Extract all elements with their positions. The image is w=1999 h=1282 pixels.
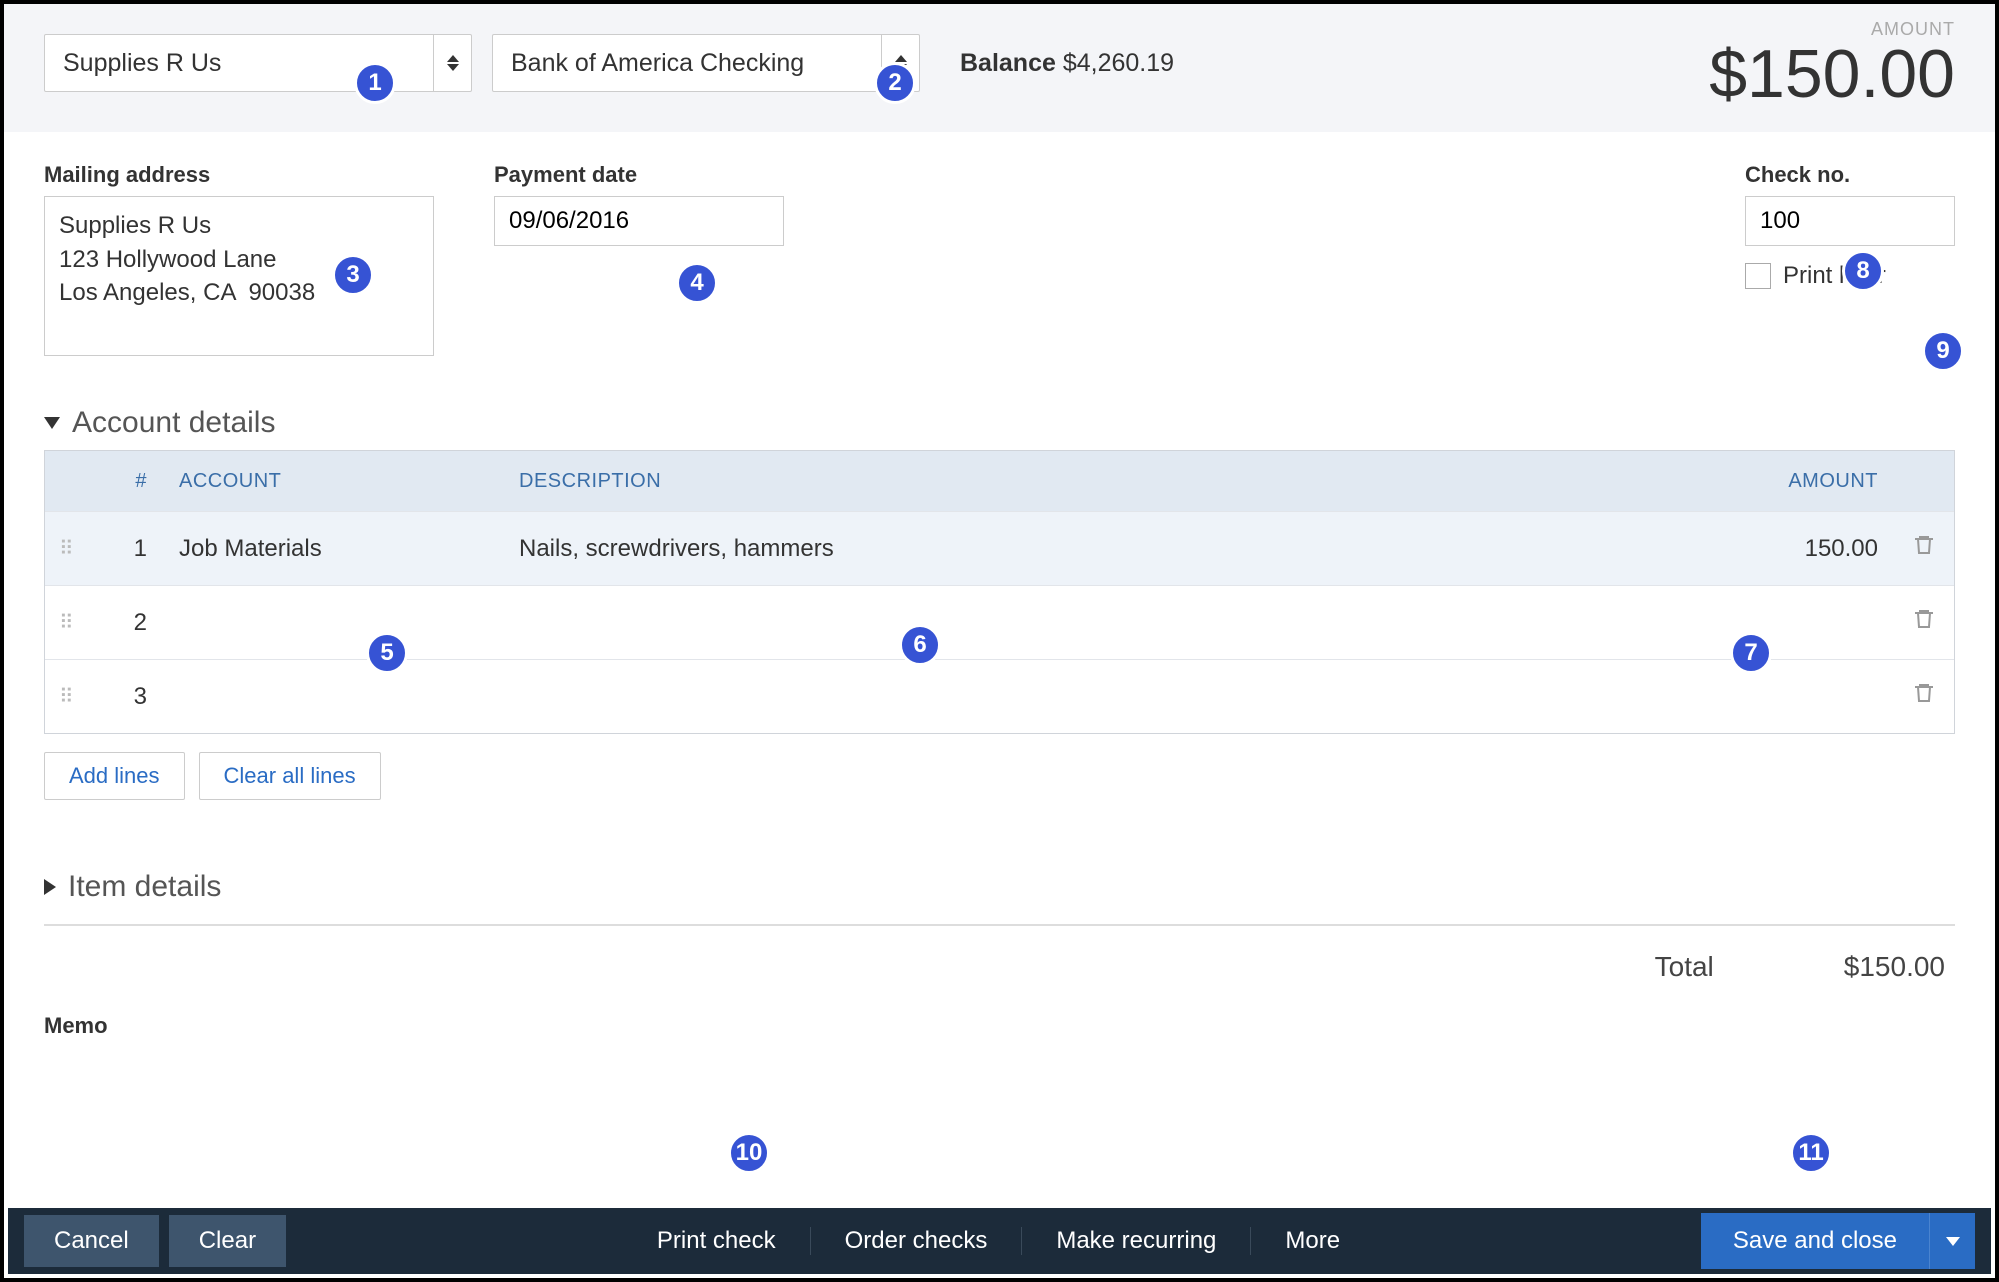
annotation-badge: 2 <box>874 62 916 104</box>
col-description: DESCRIPTION <box>505 470 1704 493</box>
total-label: Total <box>1655 951 1714 983</box>
table-row[interactable]: ⠿ 3 <box>45 659 1954 733</box>
row-num: 1 <box>95 535 165 563</box>
row-amount[interactable]: 150.00 <box>1704 535 1894 563</box>
annotation-badge: 7 <box>1730 632 1772 674</box>
payment-date-label: Payment date <box>494 162 784 188</box>
print-check-link[interactable]: Print check <box>623 1227 811 1255</box>
balance-display: Balance $4,260.19 <box>960 49 1174 78</box>
more-link[interactable]: More <box>1251 1227 1374 1255</box>
row-description[interactable]: Nails, screwdrivers, hammers <box>505 535 1704 563</box>
drag-handle-icon[interactable]: ⠿ <box>45 610 95 635</box>
totals-row: Total $150.00 <box>44 951 1955 983</box>
item-details-toggle[interactable]: Item details <box>44 870 1955 904</box>
print-later-checkbox[interactable] <box>1745 263 1771 289</box>
annotation-badge: 8 <box>1842 250 1884 292</box>
clear-lines-button[interactable]: Clear all lines <box>199 752 381 800</box>
col-num: # <box>95 470 165 493</box>
chevron-down-icon <box>44 417 60 429</box>
delete-row-icon[interactable] <box>1912 531 1936 566</box>
row-num: 3 <box>95 683 165 711</box>
amount-block: AMOUNT $150.00 <box>1709 19 1955 108</box>
payee-dropdown-icon[interactable] <box>434 34 472 92</box>
col-account: ACCOUNT <box>165 470 505 493</box>
order-checks-link[interactable]: Order checks <box>811 1227 1023 1255</box>
row-num: 2 <box>95 609 165 637</box>
save-and-close-button[interactable]: Save and close <box>1701 1213 1929 1269</box>
divider <box>44 924 1955 926</box>
payee-select[interactable] <box>44 34 472 92</box>
add-lines-button[interactable]: Add lines <box>44 752 185 800</box>
save-button-group: Save and close <box>1701 1213 1975 1269</box>
payment-date-field: Payment date <box>494 162 784 361</box>
bank-input[interactable] <box>492 34 882 92</box>
amount-value: $150.00 <box>1709 40 1955 108</box>
header-bar: Balance $4,260.19 AMOUNT $150.00 <box>4 4 1995 132</box>
mailing-address-input[interactable] <box>44 196 434 356</box>
account-details-toggle[interactable]: Account details <box>44 406 1955 440</box>
drag-handle-icon[interactable]: ⠿ <box>45 536 95 561</box>
table-header: # ACCOUNT DESCRIPTION AMOUNT <box>45 451 1954 511</box>
memo-label: Memo <box>44 1013 1955 1039</box>
total-value: $150.00 <box>1844 951 1945 983</box>
annotation-badge: 3 <box>332 254 374 296</box>
footer-bar: Cancel Clear Print check Order checks Ma… <box>8 1208 1991 1274</box>
annotation-badge: 9 <box>1922 330 1964 372</box>
row-account[interactable]: Job Materials <box>165 535 505 563</box>
payment-date-input[interactable] <box>494 196 784 246</box>
check-no-input[interactable] <box>1745 196 1955 246</box>
account-details-table: # ACCOUNT DESCRIPTION AMOUNT ⠿ 1 Job Mat… <box>44 450 1955 734</box>
item-details-title: Item details <box>68 870 221 904</box>
chevron-right-icon <box>44 879 56 895</box>
delete-row-icon[interactable] <box>1912 605 1936 640</box>
table-row[interactable]: ⠿ 1 Job Materials Nails, screwdrivers, h… <box>45 511 1954 585</box>
balance-value: $4,260.19 <box>1063 49 1174 77</box>
mailing-address-field: Mailing address <box>44 162 434 361</box>
table-row[interactable]: ⠿ 2 <box>45 585 1954 659</box>
annotation-badge: 5 <box>366 632 408 674</box>
annotation-badge: 10 <box>728 1132 770 1174</box>
mailing-address-label: Mailing address <box>44 162 434 188</box>
drag-handle-icon[interactable]: ⠿ <box>45 684 95 709</box>
cancel-button[interactable]: Cancel <box>24 1215 159 1267</box>
col-amount: AMOUNT <box>1704 470 1894 493</box>
delete-row-icon[interactable] <box>1912 679 1936 714</box>
annotation-badge: 11 <box>1790 1132 1832 1174</box>
annotation-badge: 4 <box>676 262 718 304</box>
annotation-badge: 6 <box>899 624 941 666</box>
clear-button[interactable]: Clear <box>169 1215 286 1267</box>
bank-select[interactable] <box>492 34 920 92</box>
make-recurring-link[interactable]: Make recurring <box>1022 1227 1251 1255</box>
balance-label: Balance <box>960 49 1056 77</box>
save-dropdown-button[interactable] <box>1929 1213 1975 1269</box>
annotation-badge: 1 <box>354 62 396 104</box>
check-no-label: Check no. <box>1745 162 1955 188</box>
account-details-title: Account details <box>72 406 275 440</box>
